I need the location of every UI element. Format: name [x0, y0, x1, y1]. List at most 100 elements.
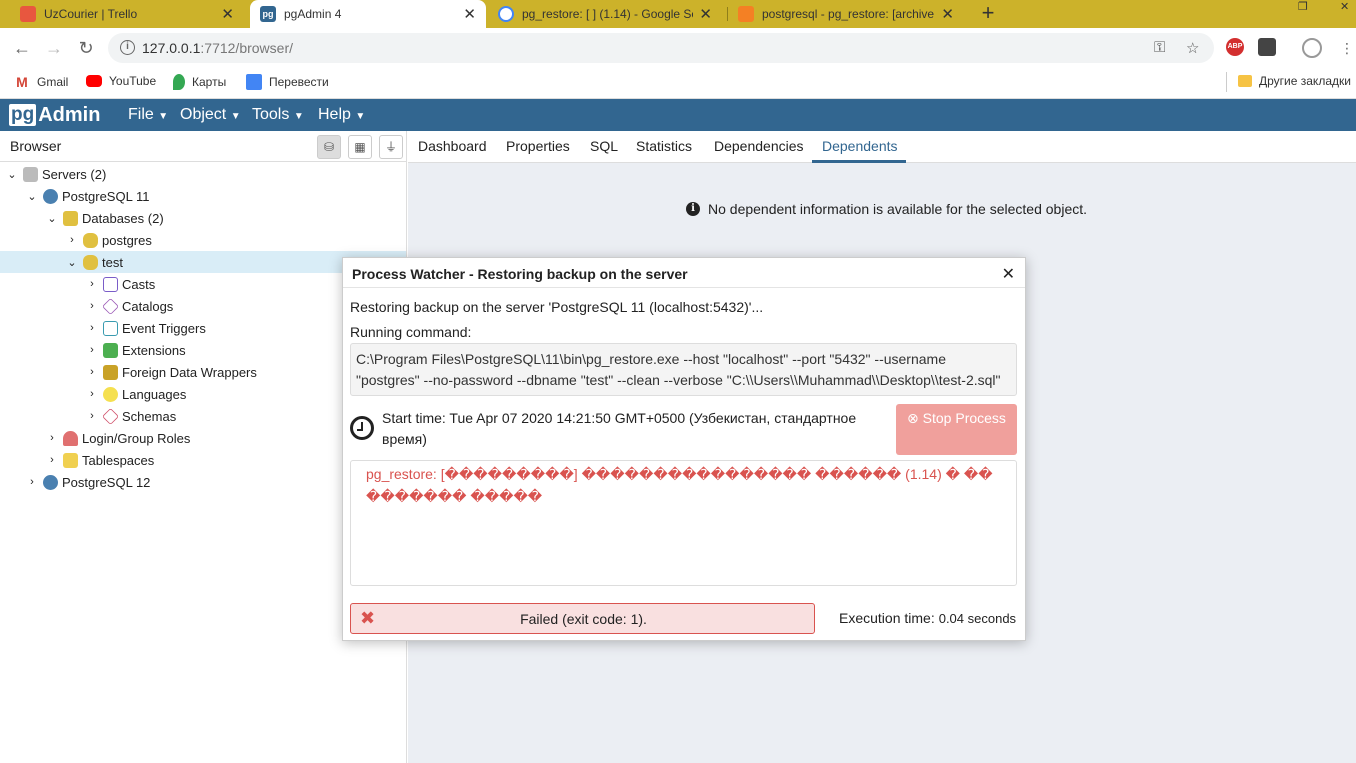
tab-stackoverflow[interactable]: postgresql - pg_restore: [archive ✕ — [728, 0, 964, 28]
catalogs-icon — [102, 297, 119, 315]
tab-properties[interactable]: Properties — [506, 138, 570, 154]
tree-node-postgresql-11[interactable]: ⌄ PostgreSQL 11 — [0, 185, 406, 207]
info-circle-icon: i — [686, 202, 700, 216]
tab-dashboard[interactable]: Dashboard — [418, 138, 487, 154]
menu-file[interactable]: File ▼ — [128, 106, 168, 124]
query-tool-button[interactable]: ⛁ — [317, 135, 341, 159]
chevron-right-icon[interactable]: › — [45, 454, 59, 466]
chevron-down-icon[interactable]: ⌄ — [45, 212, 59, 225]
chevron-right-icon[interactable]: › — [85, 344, 99, 356]
bookmark-youtube[interactable]: YouTube — [86, 74, 156, 88]
tree-label: Tablespaces — [82, 452, 155, 468]
profile-avatar[interactable] — [1302, 38, 1322, 58]
tree-node-servers[interactable]: ⌄ Servers (2) — [0, 163, 406, 185]
chevron-right-icon[interactable]: › — [45, 432, 59, 444]
chevron-right-icon[interactable]: › — [85, 322, 99, 334]
tree-label: PostgreSQL 12 — [62, 474, 151, 490]
tab-label: postgresql - pg_restore: [archive — [762, 7, 935, 21]
menu-label: File — [128, 106, 154, 123]
reload-icon[interactable]: ↻ — [75, 37, 97, 59]
bookmark-label: Gmail — [37, 75, 69, 89]
tablespaces-icon — [63, 452, 78, 468]
pgadmin-logo[interactable]: pg Admin — [9, 103, 100, 127]
failed-status: ✖ Failed (exit code: 1). — [350, 603, 815, 634]
clock-icon — [350, 416, 374, 440]
tree-label: Catalogs — [122, 298, 174, 314]
bookmarks-bar: M Gmail YouTube Карты Перевести Другие з… — [0, 68, 1356, 99]
menu-icon[interactable]: ⋮ — [1336, 37, 1356, 59]
address-bar[interactable]: i 127.0.0.1:7712/browser/ ⚿ ☆ — [108, 33, 1214, 63]
close-window-icon[interactable]: ✕ — [1340, 0, 1349, 14]
tree-label: Databases (2) — [82, 210, 164, 226]
chevron-down-icon: ▼ — [355, 111, 366, 122]
times-circle-icon: ⊗ — [907, 410, 919, 426]
tab-trello[interactable]: UzCourier | Trello ✕ — [10, 0, 244, 28]
tree-node-databases[interactable]: ⌄ Databases (2) — [0, 207, 406, 229]
chevron-right-icon[interactable]: › — [85, 278, 99, 290]
bookmark-maps[interactable]: Карты — [173, 74, 226, 90]
tab-statistics[interactable]: Statistics — [636, 138, 692, 154]
tab-google[interactable]: pg_restore: [ ] (1.14) - Google Se ✕ — [488, 0, 722, 28]
bookmark-other[interactable]: Другие закладки — [1238, 74, 1351, 88]
adblock-icon[interactable]: ABP — [1226, 38, 1244, 56]
bookmark-translate[interactable]: Перевести — [246, 74, 329, 90]
stop-process-button[interactable]: ⊗ Stop Process — [896, 404, 1017, 455]
tab-label: pg_restore: [ ] (1.14) - Google Se — [522, 7, 694, 21]
chevron-down-icon[interactable]: ⌄ — [25, 190, 39, 203]
info-icon[interactable]: i — [120, 40, 135, 55]
event-triggers-icon — [103, 320, 118, 336]
close-icon[interactable]: ✕ — [1002, 264, 1015, 284]
menu-object[interactable]: Object ▼ — [180, 106, 241, 124]
close-icon[interactable]: ✕ — [221, 5, 234, 23]
dialog-header: Process Watcher - Restoring backup on th… — [343, 258, 1025, 288]
extension-icon[interactable] — [1258, 38, 1276, 56]
chevron-right-icon[interactable]: › — [85, 388, 99, 400]
tree-label: Schemas — [122, 408, 177, 424]
execution-time-value: 0.04 seconds — [938, 611, 1017, 626]
tab-dependencies[interactable]: Dependencies — [714, 138, 804, 154]
tab-pgadmin[interactable]: pg pgAdmin 4 ✕ — [250, 0, 486, 28]
tree-node-postgres[interactable]: › postgres — [0, 229, 406, 251]
failed-text: Failed (exit code: 1). — [520, 611, 647, 627]
tab-sql[interactable]: SQL — [590, 138, 618, 154]
chevron-right-icon[interactable]: › — [25, 476, 39, 488]
url-text[interactable]: 127.0.0.1:7712/browser/ — [142, 40, 293, 56]
dialog-title: Process Watcher - Restoring backup on th… — [352, 266, 688, 282]
chevron-down-icon[interactable]: ⌄ — [5, 168, 19, 181]
menu-tools[interactable]: Tools ▼ — [252, 106, 304, 124]
chevron-down-icon: ▼ — [230, 111, 241, 122]
chevron-right-icon[interactable]: › — [85, 366, 99, 378]
restore-window-icon[interactable]: ❐ — [1298, 0, 1308, 14]
menu-help[interactable]: Help ▼ — [318, 106, 365, 124]
forward-icon[interactable]: → — [43, 37, 65, 59]
chevron-right-icon[interactable]: › — [65, 234, 79, 246]
tab-label: pgAdmin 4 — [284, 7, 342, 21]
key-icon[interactable]: ⚿ — [1154, 39, 1165, 56]
servers-icon — [23, 166, 38, 182]
command-box: C:\Program Files\PostgreSQL\11\bin\pg_re… — [350, 343, 1017, 396]
back-icon[interactable]: ← — [11, 37, 33, 59]
close-icon[interactable]: ✕ — [463, 5, 476, 23]
star-icon[interactable]: ☆ — [1186, 39, 1199, 57]
chevron-right-icon[interactable]: › — [85, 410, 99, 422]
process-log: pg_restore: [���������] ����������������… — [350, 460, 1017, 586]
google-icon — [498, 6, 514, 22]
pgadmin-navbar: pg Admin File ▼ Object ▼ Tools ▼ Help ▼ — [0, 99, 1356, 131]
menu-label: Help — [318, 106, 351, 123]
bookmark-gmail[interactable]: M Gmail — [14, 74, 68, 90]
url-path: :7712/browser/ — [200, 40, 293, 56]
chevron-down-icon[interactable]: ⌄ — [65, 256, 79, 269]
browser-tabstrip: UzCourier | Trello ✕ pg pgAdmin 4 ✕ pg_r… — [0, 0, 1356, 28]
new-tab-button[interactable]: + — [976, 2, 1000, 26]
url-host: 127.0.0.1 — [142, 40, 201, 56]
close-icon[interactable]: ✕ — [941, 5, 954, 23]
translate-icon — [246, 74, 262, 90]
close-icon[interactable]: ✕ — [699, 5, 712, 23]
filter-rows-button[interactable]: ⏚ — [379, 135, 403, 159]
roles-icon — [63, 430, 78, 446]
elephant-icon — [43, 474, 58, 490]
view-data-button[interactable]: ▦ — [348, 135, 372, 159]
chevron-right-icon[interactable]: › — [85, 300, 99, 312]
tab-dependents[interactable]: Dependents — [822, 138, 898, 154]
bookmark-label: Перевести — [269, 75, 329, 89]
